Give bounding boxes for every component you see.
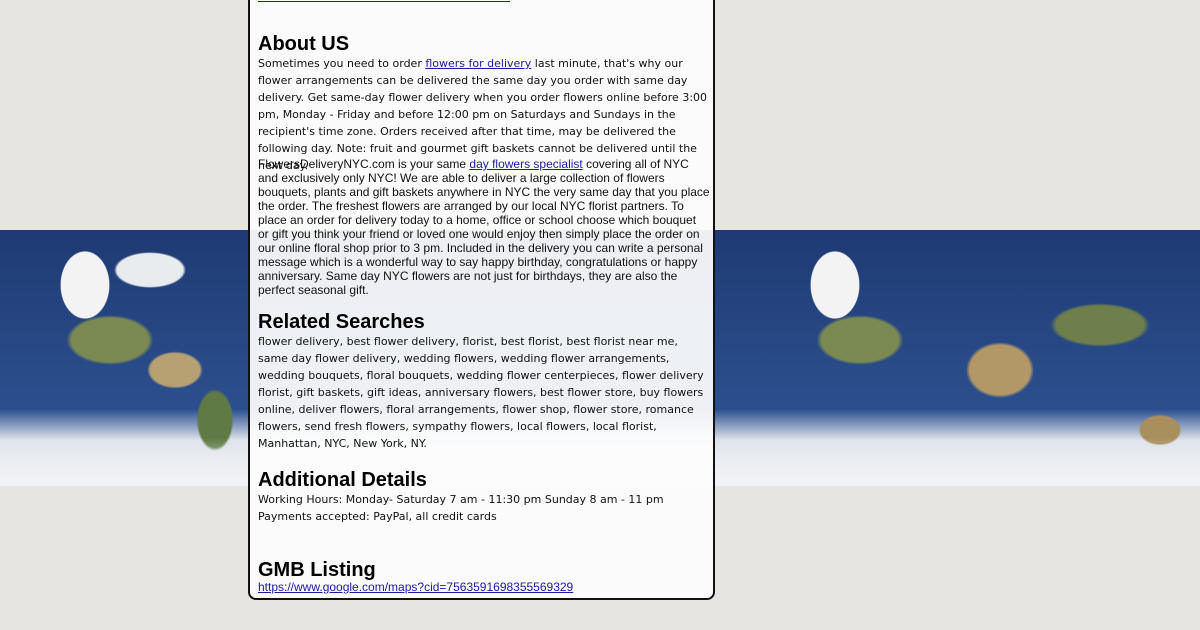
gmb-heading: GMB Listing xyxy=(258,559,376,581)
content-panel: About US Sometimes you need to order flo… xyxy=(248,0,715,600)
flowers-for-delivery-link[interactable]: flowers for delivery xyxy=(425,57,531,70)
working-hours-text: Working Hours: Monday- Saturday 7 am - 1… xyxy=(258,493,664,506)
about-p1-after: last minute, that's why our flower arran… xyxy=(258,57,708,172)
about-p1-before: Sometimes you need to order xyxy=(258,57,426,70)
gmb-listing-link[interactable]: https://www.google.com/maps?cid=75635916… xyxy=(258,580,573,594)
payments-text: Payments accepted: PayPal, all credit ca… xyxy=(258,510,497,523)
related-searches-heading: Related Searches xyxy=(258,311,425,333)
about-p2-before: FlowersDeliveryNYC.com is your same xyxy=(258,157,470,171)
related-searches-text: flower delivery, best flower delivery, f… xyxy=(258,335,704,450)
about-heading: About US xyxy=(258,33,350,55)
top-clipped-link[interactable] xyxy=(258,0,510,2)
about-p2-after: covering all of NYC and exclusively only… xyxy=(258,157,710,297)
day-flowers-specialist-link[interactable]: day flowers specialist xyxy=(469,157,582,171)
about-paragraph-2: FlowersDeliveryNYC.com is your same day … xyxy=(258,157,710,297)
additional-details-heading: Additional Details xyxy=(258,469,427,491)
